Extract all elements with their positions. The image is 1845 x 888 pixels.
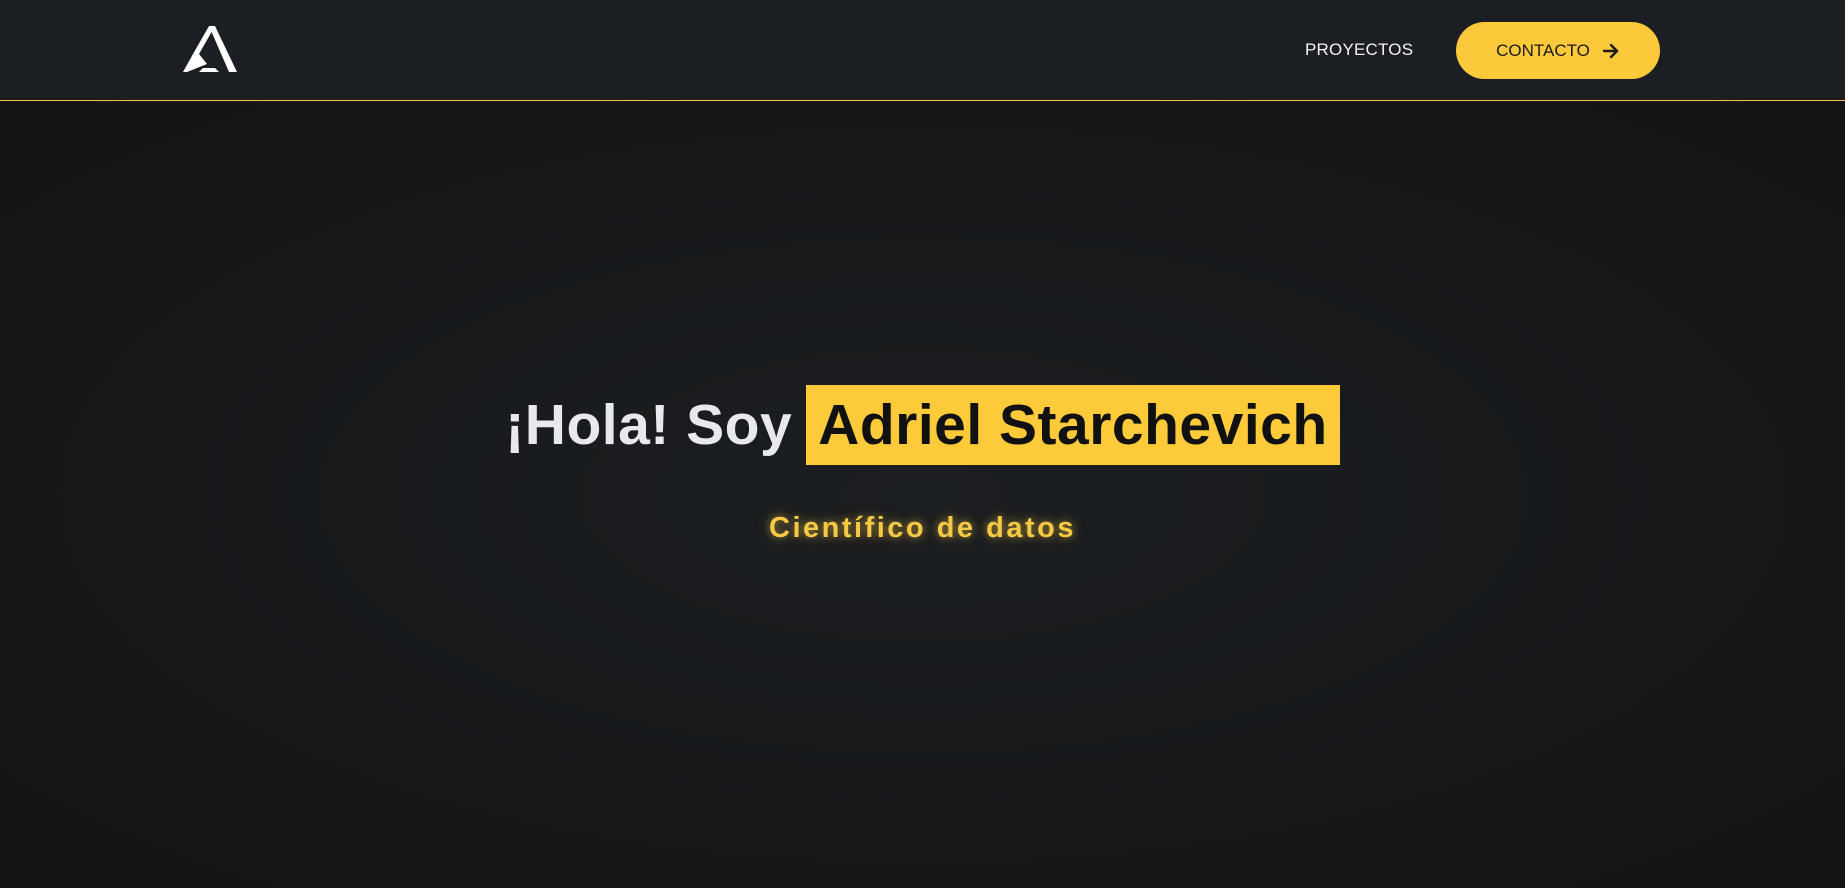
hero-greeting: ¡Hola! Soy: [505, 393, 793, 457]
hero-name-highlight: Adriel Starchevich: [806, 385, 1340, 465]
contact-button[interactable]: CONTACTO: [1456, 22, 1660, 79]
hero-headline: ¡Hola! Soy Adriel Starchevich: [0, 385, 1845, 465]
arrow-right-icon: [1602, 43, 1619, 58]
logo-icon[interactable]: [183, 24, 239, 74]
nav-link-proyectos[interactable]: PROYECTOS: [1305, 40, 1413, 60]
hero-section: ¡Hola! Soy Adriel Starchevich Científico…: [0, 102, 1845, 888]
stylized-a-logo-icon: [183, 26, 237, 72]
contact-button-label: CONTACTO: [1496, 40, 1590, 60]
site-header: PROYECTOS CONTACTO: [0, 0, 1845, 101]
hero-subtitle: Científico de datos: [769, 512, 1076, 544]
